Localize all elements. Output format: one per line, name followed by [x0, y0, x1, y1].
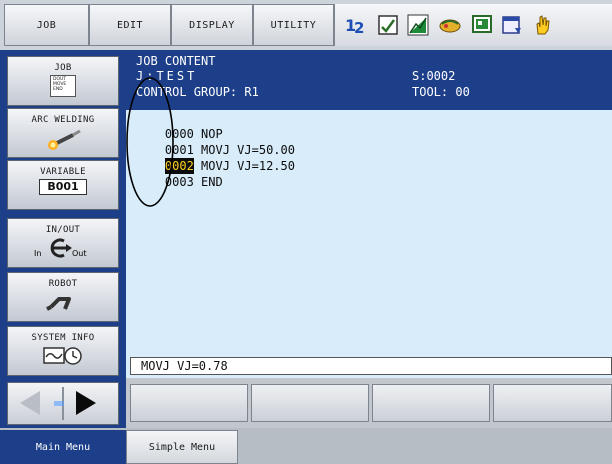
step-number: S:0002 [412, 69, 456, 83]
sidebar-item-label: ARC WELDING [31, 115, 95, 125]
main-menu-panel: JOB DOUT MOVE END ARC WELDING VARIABLE B… [0, 50, 126, 428]
window-icon[interactable] [501, 14, 523, 36]
job-content-panel: JOB CONTENT J:TEST S:0002 CONTROL GROUP:… [126, 50, 612, 378]
function-key-4[interactable] [493, 384, 612, 422]
function-key-bar [126, 378, 612, 428]
job-line[interactable]: 0000 NOP [136, 110, 223, 141]
system-info-icon [43, 347, 82, 365]
robot-arm-icon [46, 297, 71, 311]
job-line[interactable]: 0003 END [136, 158, 223, 189]
servo-number-icon[interactable]: 1 2 [345, 14, 367, 36]
prev-page-icon[interactable] [20, 391, 40, 415]
sidebar-item-arc-welding[interactable]: ARC WELDING [7, 108, 119, 158]
monitor-icon[interactable] [471, 14, 493, 36]
job-line[interactable]: 0001 MOVJ VJ=50.00 [136, 126, 295, 157]
job-doc-icon: DOUT MOVE END [50, 75, 76, 97]
variable-value: B001 [39, 179, 87, 195]
page-nav [7, 382, 119, 425]
sidebar-item-system-info[interactable]: SYSTEM INFO [7, 326, 119, 376]
instruction: END [201, 175, 223, 189]
function-key-3[interactable] [372, 384, 490, 422]
line-number: 0003 [164, 175, 194, 189]
input-line[interactable]: MOVJ VJ=0.78 [130, 357, 612, 375]
next-page-icon[interactable] [76, 391, 96, 415]
function-key-2[interactable] [251, 384, 369, 422]
job-line-selected[interactable]: 0002 MOVJ VJ=12.50 [136, 142, 295, 174]
page-icon[interactable] [377, 14, 399, 36]
sidebar-item-job[interactable]: JOB DOUT MOVE END [7, 56, 119, 106]
sidebar-item-label: IN/OUT [45, 225, 81, 235]
tool-number: TOOL: 00 [412, 85, 470, 99]
menu-utility[interactable]: UTILITY [253, 4, 334, 46]
hand-icon[interactable] [531, 14, 553, 36]
out-label: Out [72, 249, 87, 258]
in-out-icon: In Out [28, 237, 98, 261]
control-group: CONTROL GROUP: R1 [136, 85, 259, 99]
bottom-tab-bar: Main Menu Simple Menu [0, 428, 612, 464]
job-header: JOB CONTENT J:TEST S:0002 CONTROL GROUP:… [126, 50, 612, 110]
sidebar-item-label: SYSTEM INFO [31, 333, 95, 343]
sidebar-item-label: ROBOT [48, 279, 78, 289]
page-arrows [20, 387, 96, 420]
chart-icon[interactable] [407, 14, 429, 36]
handshake-icon[interactable] [439, 14, 461, 36]
svg-text:2: 2 [354, 19, 364, 36]
top-menu-bar: JOB EDIT DISPLAY UTILITY 1 2 [0, 0, 612, 50]
sidebar-item-in-out[interactable]: IN/OUT In Out [7, 218, 119, 268]
tab-simple-menu[interactable]: Simple Menu [126, 430, 238, 464]
menu-job[interactable]: JOB [4, 4, 89, 46]
menu-display[interactable]: DISPLAY [171, 4, 253, 46]
menu-edit[interactable]: EDIT [89, 4, 171, 46]
function-key-1[interactable] [130, 384, 248, 422]
sidebar-item-label: JOB [54, 63, 72, 73]
sidebar-item-label: VARIABLE [40, 167, 86, 177]
sidebar-item-variable[interactable]: VARIABLE B001 [7, 160, 119, 210]
connector-icon [50, 238, 72, 258]
in-label: In [34, 249, 42, 258]
panel-title: JOB CONTENT [136, 54, 216, 68]
job-name: J:TEST [136, 69, 198, 83]
doc-line: END [53, 87, 63, 92]
status-icon-strip: 1 2 [334, 4, 612, 46]
sidebar-item-robot[interactable]: ROBOT [7, 272, 119, 322]
welding-torch-icon [48, 129, 81, 150]
tab-main-menu[interactable]: Main Menu [0, 430, 126, 464]
